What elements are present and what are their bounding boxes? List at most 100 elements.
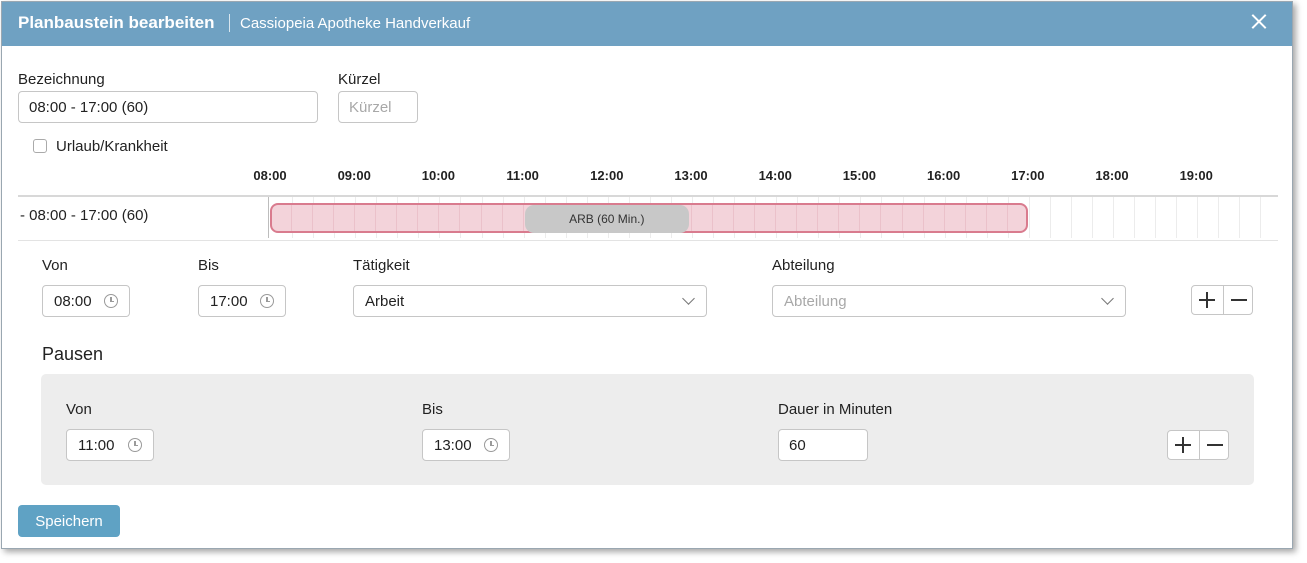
shift-grid-line <box>796 205 798 231</box>
shift-grid-line <box>922 205 924 231</box>
shift-grid-line <box>459 205 461 231</box>
shift-grid-line <box>333 205 335 231</box>
taetigkeit-select[interactable]: Arbeit <box>353 285 707 317</box>
kuerzel-label: Kürzel <box>338 71 381 88</box>
shift-grid-line <box>712 205 714 231</box>
close-icon[interactable] <box>1248 11 1270 33</box>
shift-grid-line <box>438 205 440 231</box>
shift-grid-line <box>943 205 945 231</box>
shift-grid-line <box>375 205 377 231</box>
kuerzel-input[interactable] <box>338 91 418 123</box>
bis-time-value: 17:00 <box>210 293 248 310</box>
shift-grid-line <box>480 205 482 231</box>
shift-grid-line <box>985 205 987 231</box>
grid-line <box>1028 197 1030 238</box>
remove-pause-button[interactable] <box>1199 431 1230 459</box>
shift-grid-line <box>817 205 819 231</box>
bis-time-field[interactable]: 17:00 <box>198 285 286 317</box>
hour-label: 08:00 <box>253 168 287 183</box>
grid-line <box>1197 197 1199 238</box>
shift-grid-line <box>522 205 524 231</box>
dauer-label: Dauer in Minuten <box>778 401 893 418</box>
shift-grid-line <box>417 205 419 231</box>
grid-line <box>1155 197 1157 238</box>
clock-icon <box>484 438 498 452</box>
shift-grid-line <box>501 205 503 231</box>
pause-bis-time-field[interactable]: 13:00 <box>422 429 510 461</box>
shift-grid-line <box>754 205 756 231</box>
abteilung-label: Abteilung <box>772 257 835 274</box>
hour-label: 12:00 <box>590 168 624 183</box>
grid-line <box>1218 197 1220 238</box>
grid-line <box>1113 197 1114 238</box>
abteilung-placeholder: Abteilung <box>784 293 847 310</box>
grid-line <box>1134 197 1136 238</box>
hour-label: 11:00 <box>506 168 539 183</box>
grid-line <box>1239 197 1241 238</box>
hour-label: 14:00 <box>758 168 792 183</box>
shift-grid-line <box>312 205 314 231</box>
timeline-row-label: - 08:00 - 17:00 (60) <box>20 207 149 224</box>
hour-label: 13:00 <box>674 168 708 183</box>
chevron-down-icon <box>682 292 695 305</box>
save-button[interactable]: Speichern <box>18 505 120 537</box>
hour-label: 09:00 <box>337 168 371 183</box>
taetigkeit-label: Tätigkeit <box>353 257 410 274</box>
shift-grid-line <box>838 205 840 231</box>
break-bar[interactable]: ARB (60 Min.) <box>524 205 689 233</box>
dialog-subtitle: Cassiopeia Apotheke Handverkauf <box>240 15 471 32</box>
bezeichnung-label: Bezeichnung <box>18 71 105 88</box>
shift-grid-line <box>964 205 966 231</box>
hour-label: 16:00 <box>926 168 961 183</box>
abteilung-select[interactable]: Abteilung <box>772 285 1126 317</box>
hour-label: 15:00 <box>842 168 877 183</box>
von-time-value: 08:00 <box>54 293 92 310</box>
pause-add-remove-buttons <box>1167 430 1229 460</box>
shift-grid-line <box>396 205 398 231</box>
grid-line <box>1260 197 1262 238</box>
pause-von-value: 11:00 <box>78 437 115 454</box>
shift-grid-line <box>291 205 293 231</box>
dialog-title: Planbaustein bearbeiten <box>18 13 215 32</box>
remove-activity-button[interactable] <box>1223 286 1254 314</box>
bis-label: Bis <box>198 257 219 274</box>
urlaub-label: Urlaub/Krankheit <box>56 138 168 155</box>
dialog-titlebar: Planbaustein bearbeiten Cassiopeia Apoth… <box>2 2 1292 46</box>
urlaub-checkbox[interactable] <box>33 139 47 153</box>
grid-line <box>1049 197 1051 238</box>
pause-bis-value: 13:00 <box>434 437 472 454</box>
pause-von-label: Von <box>66 401 92 418</box>
dialog: Planbaustein bearbeiten Cassiopeia Apoth… <box>1 1 1293 549</box>
dauer-input[interactable] <box>778 429 868 461</box>
add-pause-button[interactable] <box>1168 431 1198 459</box>
grid-line <box>1070 197 1072 238</box>
shift-grid-line <box>733 205 735 231</box>
hour-label: 18:00 <box>1095 168 1129 183</box>
pausen-panel: Von 11:00 Bis 13:00 Dauer in Minuten <box>41 374 1254 485</box>
von-time-field[interactable]: 08:00 <box>42 285 130 317</box>
shift-grid-line <box>901 205 903 231</box>
shift-grid-line <box>691 205 692 231</box>
pause-bis-label: Bis <box>422 401 443 418</box>
activity-add-remove-buttons <box>1191 285 1253 315</box>
timeline: - 08:00 - 17:00 (60) ARB (60 Min.) <box>18 195 1278 241</box>
von-label: Von <box>42 257 68 274</box>
pausen-title: Pausen <box>42 344 104 364</box>
shift-grid-line <box>859 205 861 231</box>
hour-label: 19:00 <box>1179 168 1213 183</box>
shift-grid-line <box>880 205 882 231</box>
shift-grid-line <box>354 205 356 231</box>
shift-grid-line <box>1006 205 1008 231</box>
hour-label: 17:00 <box>1011 168 1045 183</box>
chevron-down-icon <box>1101 292 1114 305</box>
title-divider <box>229 14 230 32</box>
grid-line <box>1176 197 1178 238</box>
bezeichnung-input[interactable] <box>18 91 318 123</box>
clock-icon <box>104 294 118 308</box>
pause-von-time-field[interactable]: 11:00 <box>66 429 154 461</box>
clock-icon <box>260 294 274 308</box>
add-activity-button[interactable] <box>1192 286 1222 314</box>
hour-label: 10:00 <box>421 168 456 183</box>
grid-line <box>1091 197 1093 238</box>
taetigkeit-value: Arbeit <box>365 293 405 310</box>
